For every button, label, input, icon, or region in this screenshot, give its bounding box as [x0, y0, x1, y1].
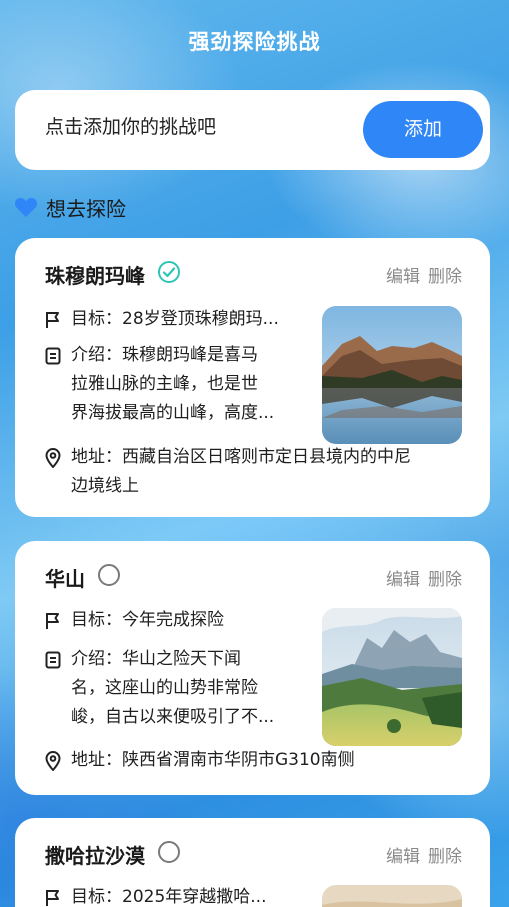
goal-row: 目标：2025年穿越撒哈...: [45, 883, 266, 907]
flag-icon: [45, 305, 65, 334]
address-line: 地址：陕西省渭南市华阴市G310南侧: [71, 750, 355, 770]
edit-button[interactable]: 编辑: [386, 847, 420, 867]
address-row: 地址：陕西省渭南市华阴市G310南侧: [45, 746, 355, 775]
goal-text: 目标：2025年穿越撒哈...: [71, 887, 267, 907]
goal-row: 目标：今年完成探险: [45, 606, 224, 635]
challenge-card[interactable]: 撒哈拉沙漠 编辑 删除 目标：2025年穿越撒哈...: [15, 818, 490, 907]
edit-button[interactable]: 编辑: [386, 570, 420, 590]
card-title: 华山: [45, 567, 85, 591]
challenge-card[interactable]: 华山 编辑 删除 目标：今年完成探险 介绍：华山之险天下闻 名，这座山的山势非常险…: [15, 541, 490, 795]
document-icon: [45, 645, 65, 674]
flag-icon: [45, 606, 65, 635]
address-line: 边境线上: [71, 476, 139, 496]
mountain-meadow-image: [322, 608, 462, 746]
add-button[interactable]: 添加: [363, 101, 483, 158]
add-challenge-bar: 添加: [15, 90, 490, 170]
card-actions: 编辑 删除: [378, 262, 462, 287]
section-title: 想去探险: [46, 196, 126, 221]
delete-button[interactable]: 删除: [428, 570, 462, 590]
empty-circle-icon[interactable]: [97, 563, 121, 592]
empty-circle-icon[interactable]: [157, 840, 181, 869]
section-header: 想去探险: [14, 193, 126, 221]
card-title-row: 撒哈拉沙漠: [45, 840, 181, 869]
intro-line: 介绍：华山之险天下闻: [71, 649, 241, 669]
card-title: 撒哈拉沙漠: [45, 844, 145, 868]
delete-button[interactable]: 删除: [428, 267, 462, 287]
intro-line: 名，这座山的山势非常险: [71, 678, 258, 698]
address-line: 地址：西藏自治区日喀则市定日县境内的中尼: [71, 447, 411, 467]
location-pin-icon: [45, 443, 65, 472]
mountain-lake-image: [322, 306, 462, 444]
page-title: 强劲探险挑战: [188, 30, 321, 54]
challenge-card[interactable]: 珠穆朗玛峰 编辑 删除 目标：28岁登顶珠穆朗玛... 介绍：珠穆朗玛峰是喜马 拉…: [15, 238, 490, 517]
goal-text: 目标：28岁登顶珠穆朗玛...: [71, 309, 279, 329]
location-pin-icon: [45, 746, 65, 775]
card-actions: 编辑 删除: [378, 565, 462, 590]
flag-icon: [45, 883, 65, 907]
desert-image: [322, 885, 462, 907]
intro-line: 界海拔最高的山峰，高度...: [71, 403, 275, 423]
delete-button[interactable]: 删除: [428, 847, 462, 867]
card-actions: 编辑 删除: [378, 842, 462, 867]
card-title-row: 珠穆朗玛峰: [45, 260, 181, 289]
document-icon: [45, 341, 65, 370]
intro-line: 峻，自古以来便吸引了不...: [71, 707, 275, 727]
challenge-input[interactable]: [45, 116, 345, 138]
intro-line: 介绍：珠穆朗玛峰是喜马: [71, 345, 258, 365]
intro-row: 介绍：华山之险天下闻 名，这座山的山势非常险 峻，自古以来便吸引了不...: [45, 645, 274, 732]
goal-row: 目标：28岁登顶珠穆朗玛...: [45, 305, 279, 334]
heart-icon: [14, 198, 38, 217]
edit-button[interactable]: 编辑: [386, 267, 420, 287]
card-title: 珠穆朗玛峰: [45, 264, 145, 288]
card-title-row: 华山: [45, 563, 121, 592]
check-circle-icon[interactable]: [157, 260, 181, 289]
address-row: 地址：西藏自治区日喀则市定日县境内的中尼 边境线上: [45, 443, 411, 501]
goal-text: 目标：今年完成探险: [71, 610, 224, 630]
intro-row: 介绍：珠穆朗玛峰是喜马 拉雅山脉的主峰，也是世 界海拔最高的山峰，高度...: [45, 341, 274, 428]
intro-line: 拉雅山脉的主峰，也是世: [71, 374, 258, 394]
